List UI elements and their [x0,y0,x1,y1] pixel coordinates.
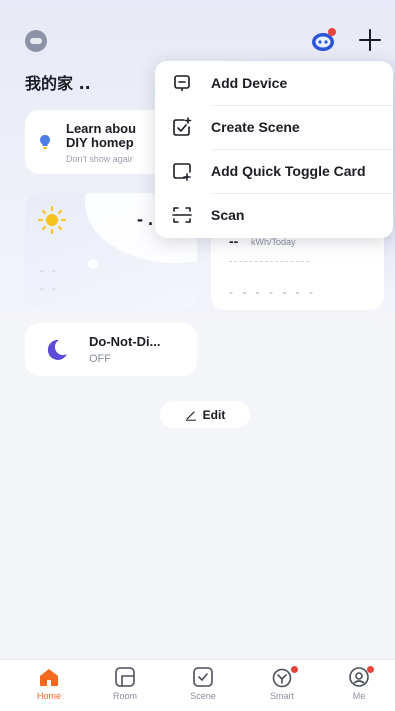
dnd-status: OFF [89,353,111,365]
lightbulb-icon [40,135,50,149]
tab-label-scene: Scene [190,691,216,701]
tab-label-smart: Smart [269,691,294,701]
menu-label-create-scene: Create Scene [211,119,300,135]
tab-home[interactable]: Home [24,666,74,706]
tab-scene[interactable]: Scene [178,666,228,706]
weather-detail-1: - - [40,266,59,277]
tab-label-home: Home [36,691,61,701]
tip-title: Learn abou DIY homep [66,121,137,150]
menu-item-create-scene[interactable]: Create Scene [155,105,393,149]
tab-label-me: Me [352,691,366,701]
edit-label: Edit [202,407,226,422]
create-scene-icon [173,117,192,136]
menu-label-scan: Scan [211,207,245,223]
pencil-icon [185,410,196,421]
energy-unit: kWh/Today [251,237,296,247]
add-card-icon [173,163,191,181]
assistant-bot-icon[interactable] [310,27,338,53]
energy-divider [229,261,309,262]
tab-label-room: Room [112,691,137,701]
tab-room[interactable]: Room [100,666,150,706]
add-menu: Add Device Create Scene Add Quick Toggle… [155,61,393,238]
room-icon [115,667,135,687]
scan-icon [172,207,192,223]
edit-button[interactable]: Edit [160,401,250,428]
scene-icon [193,667,213,687]
menu-item-add-device[interactable]: Add Device [155,61,393,105]
add-device-icon [174,75,190,91]
plus-icon[interactable] [358,28,382,52]
me-notification-badge [367,666,374,673]
sun-icon [38,206,66,234]
weather-detail-2: - - [40,284,59,295]
do-not-disturb-card[interactable]: Do-Not-Di... OFF [25,323,197,376]
menu-item-add-quick-toggle-card[interactable]: Add Quick Toggle Card [155,149,393,193]
robot-face-icon[interactable] [25,30,47,52]
moon-icon [47,339,67,360]
home-selector[interactable]: 我的家 .. [25,70,91,94]
menu-item-scan[interactable]: Scan [155,193,393,237]
home-icon [40,669,58,686]
menu-label-add-quick-toggle-card: Add Quick Toggle Card [211,163,366,179]
weather-dot-decoration [88,259,98,269]
smart-icon [272,668,292,688]
menu-label-add-device: Add Device [211,75,288,91]
bottom-tab-bar: Home Room Scene Smart Me [0,659,395,711]
dnd-title: Do-Not-Di... [89,334,161,349]
dont-show-again-link[interactable]: Don't show agair [66,154,133,164]
tab-smart[interactable]: Smart [257,666,307,706]
top-bar [0,20,395,60]
smart-notification-badge [291,666,298,673]
tab-me[interactable]: Me [334,666,384,706]
temperature-value: - . [137,209,153,229]
energy-placeholder: - - - - - - - [229,285,316,299]
